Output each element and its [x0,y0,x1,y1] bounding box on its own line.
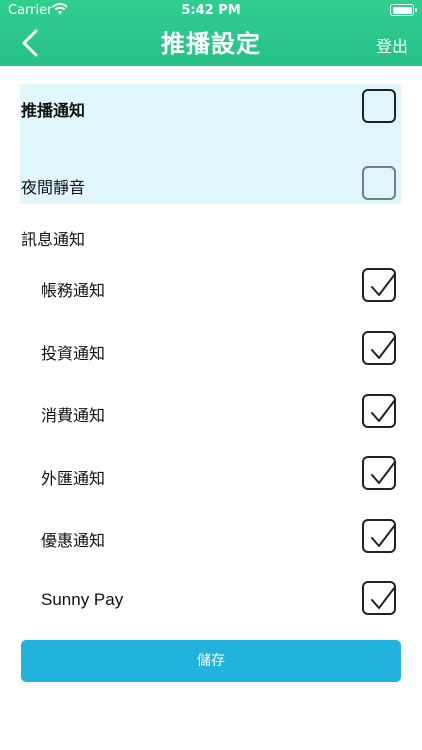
quiet-hours-label: 夜間靜音 [21,178,86,197]
check-icon [371,461,396,484]
promotion-notification-checkbox[interactable] [362,519,396,553]
spending-notification-checkbox[interactable] [362,394,396,428]
sunny-pay-notification-checkbox[interactable] [362,581,396,615]
clock: 5:42 PM [181,3,241,18]
header-bar: Carrier 5:42 PM 推播設定 登出 [0,0,422,66]
sunny-pay-notification-label: Sunny Pay [41,590,124,609]
check-icon [371,399,396,422]
status-bar: Carrier 5:42 PM [0,0,422,22]
check-icon [371,273,396,296]
billing-notification-checkbox[interactable] [362,268,396,302]
message-section-label: 訊息通知 [21,230,86,249]
spending-notification-label: 消費通知 [41,406,106,425]
battery-icon [390,4,417,16]
push-notification-label: 推播通知 [21,101,86,120]
billing-notification-label: 帳務通知 [41,281,106,300]
forex-notification-label: 外匯通知 [41,469,106,488]
forex-notification-checkbox[interactable] [362,456,396,490]
check-icon [371,336,396,359]
promotion-notification-label: 優惠通知 [41,531,106,550]
page-title: 推播設定 [161,30,261,58]
quiet-hours-checkbox[interactable] [362,166,396,200]
investment-notification-label: 投資通知 [41,344,106,363]
logout-button[interactable]: 登出 [376,33,408,57]
check-icon [371,524,396,547]
push-notification-checkbox[interactable] [362,89,396,123]
save-button[interactable]: 儲存 [21,640,401,682]
investment-notification-checkbox[interactable] [362,331,396,365]
check-icon [371,586,396,609]
